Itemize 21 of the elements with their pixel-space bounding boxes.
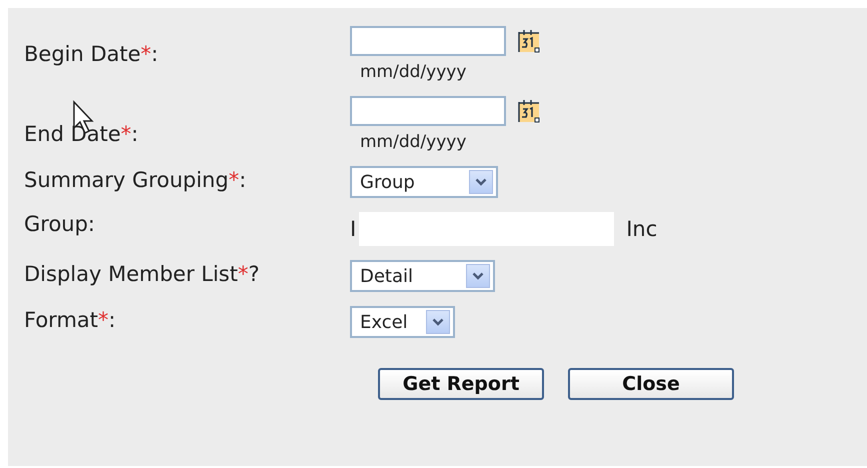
field-label: Summary Grouping*: <box>24 168 248 192</box>
group-name-suffix: Inc <box>626 217 658 241</box>
dropdown[interactable]: Group <box>350 166 498 198</box>
date-format-hint: mm/dd/yyyy <box>360 62 466 82</box>
date-format-hint: mm/dd/yyyy <box>360 132 466 152</box>
close-button[interactable]: Close <box>568 368 734 400</box>
chevron-down-icon <box>472 272 484 280</box>
dropdown[interactable]: Excel <box>350 306 455 338</box>
calendar-icon[interactable] <box>516 98 542 124</box>
get-report-button[interactable]: Get Report <box>378 368 544 400</box>
chevron-down-icon <box>475 178 487 186</box>
date-field[interactable] <box>350 96 506 126</box>
field-label: Begin Date*: <box>24 42 160 66</box>
chevron-down-icon <box>432 318 444 326</box>
group-name: I <box>350 217 356 241</box>
calendar-icon[interactable] <box>516 28 542 54</box>
field-label: Format*: <box>24 308 117 332</box>
date-field[interactable] <box>350 26 506 56</box>
dropdown[interactable]: Detail <box>350 260 495 292</box>
field-label: Display Member List*? <box>24 262 261 286</box>
field-label: Group: <box>24 212 96 236</box>
